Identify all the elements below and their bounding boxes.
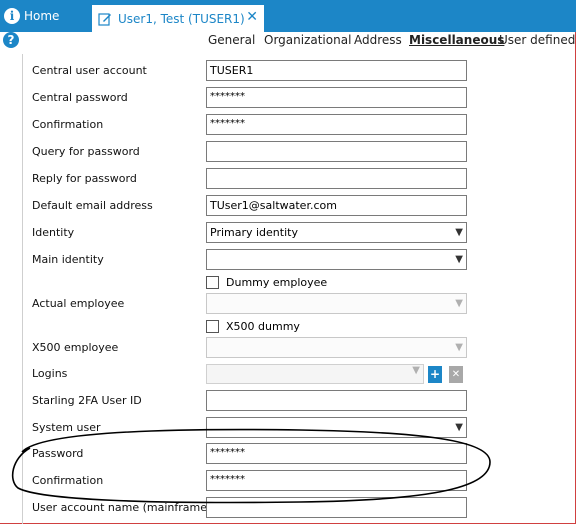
- starling-2fa-input[interactable]: [206, 390, 467, 411]
- reply-for-password-label: Reply for password: [32, 172, 137, 185]
- confirmation-label: Confirmation: [32, 118, 104, 131]
- tab-user[interactable]: User1, Test (TUSER1) ✕: [92, 5, 264, 32]
- chevron-down-icon: ▼: [412, 365, 420, 376]
- mainframe-account-input[interactable]: [206, 497, 467, 518]
- system-user-select[interactable]: ▼: [206, 417, 467, 438]
- subnav-user-defined[interactable]: User defined: [499, 33, 575, 47]
- tab-strip: i Home User1, Test (TUSER1) ✕: [0, 0, 576, 32]
- tab-user-label: User1, Test (TUSER1): [118, 11, 245, 26]
- subnav-organizational[interactable]: Organizational: [264, 33, 351, 47]
- identity-label: Identity: [32, 226, 75, 239]
- subnav-general[interactable]: General: [208, 33, 255, 47]
- subnav-miscellaneous[interactable]: Miscellaneous: [409, 33, 504, 47]
- x500-dummy-label: X500 dummy: [226, 320, 300, 333]
- x500-dummy-checkbox[interactable]: [206, 320, 219, 333]
- chevron-down-icon: ▼: [455, 342, 463, 353]
- dummy-employee-checkbox[interactable]: [206, 276, 219, 289]
- default-email-label: Default email address: [32, 199, 153, 212]
- reply-for-password-input[interactable]: [206, 168, 467, 189]
- query-for-password-label: Query for password: [32, 145, 140, 158]
- sub-navigation: General Organizational Address Miscellan…: [0, 32, 576, 50]
- x500-employee-label: X500 employee: [32, 341, 119, 354]
- central-user-account-label: Central user account: [32, 64, 147, 77]
- main-identity-select[interactable]: ▼: [206, 249, 467, 270]
- edit-icon: [98, 12, 111, 26]
- actual-employee-select: ▼: [206, 293, 467, 314]
- dummy-employee-label: Dummy employee: [226, 276, 328, 289]
- chevron-down-icon[interactable]: ▼: [455, 223, 463, 242]
- main-identity-label: Main identity: [32, 253, 104, 266]
- close-icon[interactable]: ✕: [246, 9, 258, 25]
- central-password-label: Central password: [32, 91, 128, 104]
- actual-employee-label: Actual employee: [32, 297, 125, 310]
- chevron-down-icon: ▼: [455, 298, 463, 309]
- left-divider: [22, 54, 23, 524]
- system-user-label: System user: [32, 421, 101, 434]
- password-confirmation-input[interactable]: *******: [206, 470, 467, 491]
- password-input[interactable]: *******: [206, 443, 467, 464]
- tab-home-label: Home: [24, 9, 60, 23]
- central-user-account-input[interactable]: TUSER1: [206, 60, 467, 81]
- x500-employee-select: ▼: [206, 337, 467, 358]
- password-confirmation-label: Confirmation: [32, 474, 104, 487]
- confirmation-input[interactable]: *******: [206, 114, 467, 135]
- chevron-down-icon[interactable]: ▼: [455, 418, 463, 437]
- chevron-down-icon[interactable]: ▼: [455, 250, 463, 269]
- add-login-button[interactable]: +: [428, 366, 442, 383]
- identity-value: Primary identity: [210, 226, 298, 239]
- password-label: Password: [32, 447, 84, 460]
- logins-label: Logins: [32, 367, 68, 380]
- identity-select[interactable]: Primary identity ▼: [206, 222, 467, 243]
- info-icon: i: [4, 8, 20, 24]
- query-for-password-input[interactable]: [206, 141, 467, 162]
- logins-select: ▼: [206, 364, 424, 384]
- remove-login-button: ✕: [449, 366, 463, 383]
- starling-2fa-label: Starling 2FA User ID: [32, 394, 142, 407]
- mainframe-account-label: User account name (mainframe): [32, 501, 212, 514]
- subnav-address[interactable]: Address: [354, 33, 402, 47]
- central-password-input[interactable]: *******: [206, 87, 467, 108]
- default-email-input[interactable]: TUser1@saltwater.com: [206, 195, 467, 216]
- tab-home[interactable]: i Home: [0, 5, 90, 27]
